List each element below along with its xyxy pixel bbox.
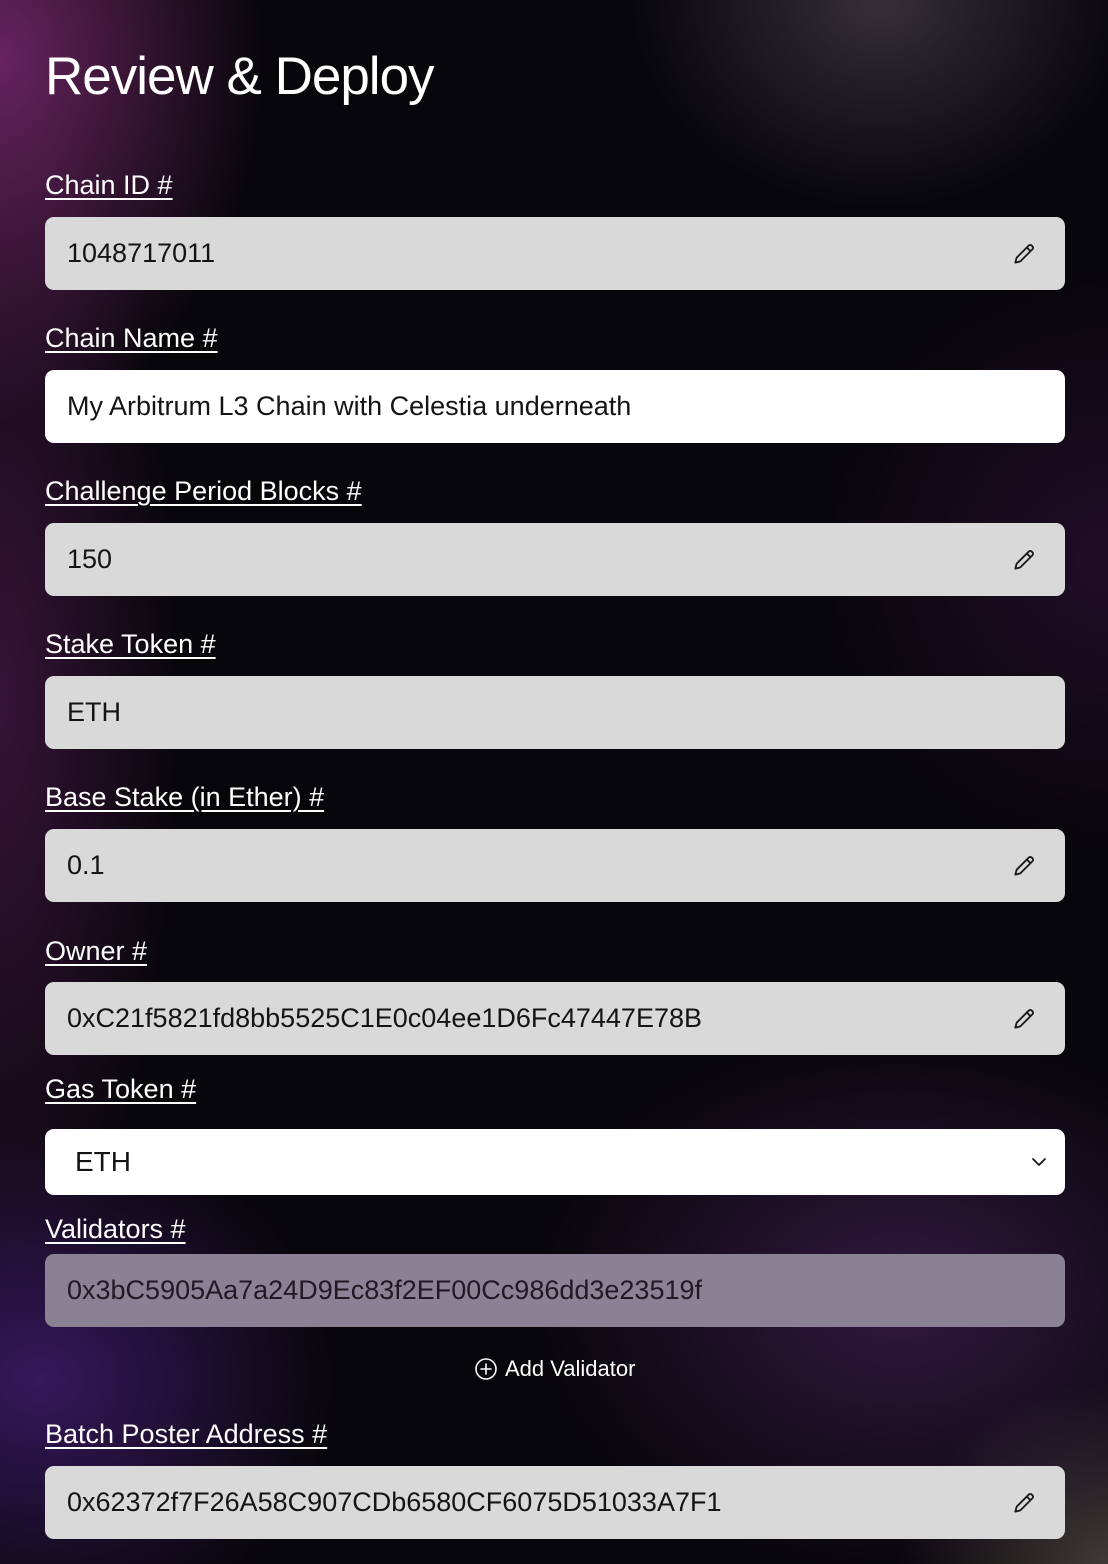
add-validator-label: Add Validator bbox=[505, 1356, 636, 1381]
challenge-period-edit-button[interactable] bbox=[1009, 545, 1039, 575]
batch-poster-edit-button[interactable] bbox=[1009, 1488, 1039, 1518]
owner-edit-button[interactable] bbox=[1009, 1004, 1039, 1034]
base-stake-field: 0.1 bbox=[45, 829, 1065, 902]
chain-id-field: 1048717011 bbox=[45, 217, 1065, 290]
challenge-period-field: 150 bbox=[45, 523, 1065, 596]
chain-name-value: My Arbitrum L3 Chain with Celestia under… bbox=[67, 391, 632, 421]
pencil-icon bbox=[1014, 243, 1034, 264]
validator-address-value: 0x3bC5905Aa7a24D9Ec83f2EF00Cc986dd3e2351… bbox=[67, 1275, 703, 1305]
base-stake-value: 0.1 bbox=[67, 850, 105, 880]
stake-token-label: Stake Token # bbox=[45, 629, 216, 659]
owner-label: Owner # bbox=[45, 936, 148, 966]
pencil-icon bbox=[1014, 1492, 1034, 1513]
gas-token-label: Gas Token # bbox=[45, 1074, 197, 1104]
batch-poster-field: 0x62372f7F26A58C907CDb6580CF6075D51033A7… bbox=[45, 1466, 1065, 1539]
chain-name-input[interactable]: My Arbitrum L3 Chain with Celestia under… bbox=[45, 370, 1065, 443]
page-title: Review & Deploy bbox=[45, 47, 435, 106]
chain-name-label: Chain Name # bbox=[45, 323, 218, 353]
pencil-icon bbox=[1014, 1008, 1034, 1029]
chain-id-value: 1048717011 bbox=[67, 238, 216, 268]
stake-token-value: ETH bbox=[67, 697, 121, 727]
owner-value: 0xC21f5821fd8bb5525C1E0c04ee1D6Fc47447E7… bbox=[67, 1003, 703, 1033]
chevron-down-icon bbox=[1032, 1158, 1046, 1166]
validators-label: Validators # bbox=[45, 1214, 186, 1244]
chain-id-label: Chain ID # bbox=[45, 170, 173, 200]
plus-circle-icon bbox=[475, 1358, 497, 1380]
gas-token-select[interactable]: ETH bbox=[45, 1129, 1065, 1195]
pencil-icon bbox=[1014, 549, 1034, 570]
base-stake-edit-button[interactable] bbox=[1009, 851, 1039, 881]
batch-poster-value: 0x62372f7F26A58C907CDb6580CF6075D51033A7… bbox=[67, 1487, 722, 1517]
gas-token-selected: ETH bbox=[75, 1146, 131, 1177]
validator-address-field: 0x3bC5905Aa7a24D9Ec83f2EF00Cc986dd3e2351… bbox=[45, 1254, 1065, 1327]
stake-token-field: ETH bbox=[45, 676, 1065, 749]
chain-id-edit-button[interactable] bbox=[1009, 239, 1039, 269]
batch-poster-label: Batch Poster Address # bbox=[45, 1419, 328, 1449]
owner-field: 0xC21f5821fd8bb5525C1E0c04ee1D6Fc47447E7… bbox=[45, 982, 1065, 1055]
pencil-icon bbox=[1014, 855, 1034, 876]
challenge-period-value: 150 bbox=[67, 544, 113, 574]
challenge-period-label: Challenge Period Blocks # bbox=[45, 476, 362, 506]
add-validator-button[interactable]: Add Validator bbox=[474, 1356, 635, 1382]
base-stake-label: Base Stake (in Ether) # bbox=[45, 782, 325, 812]
